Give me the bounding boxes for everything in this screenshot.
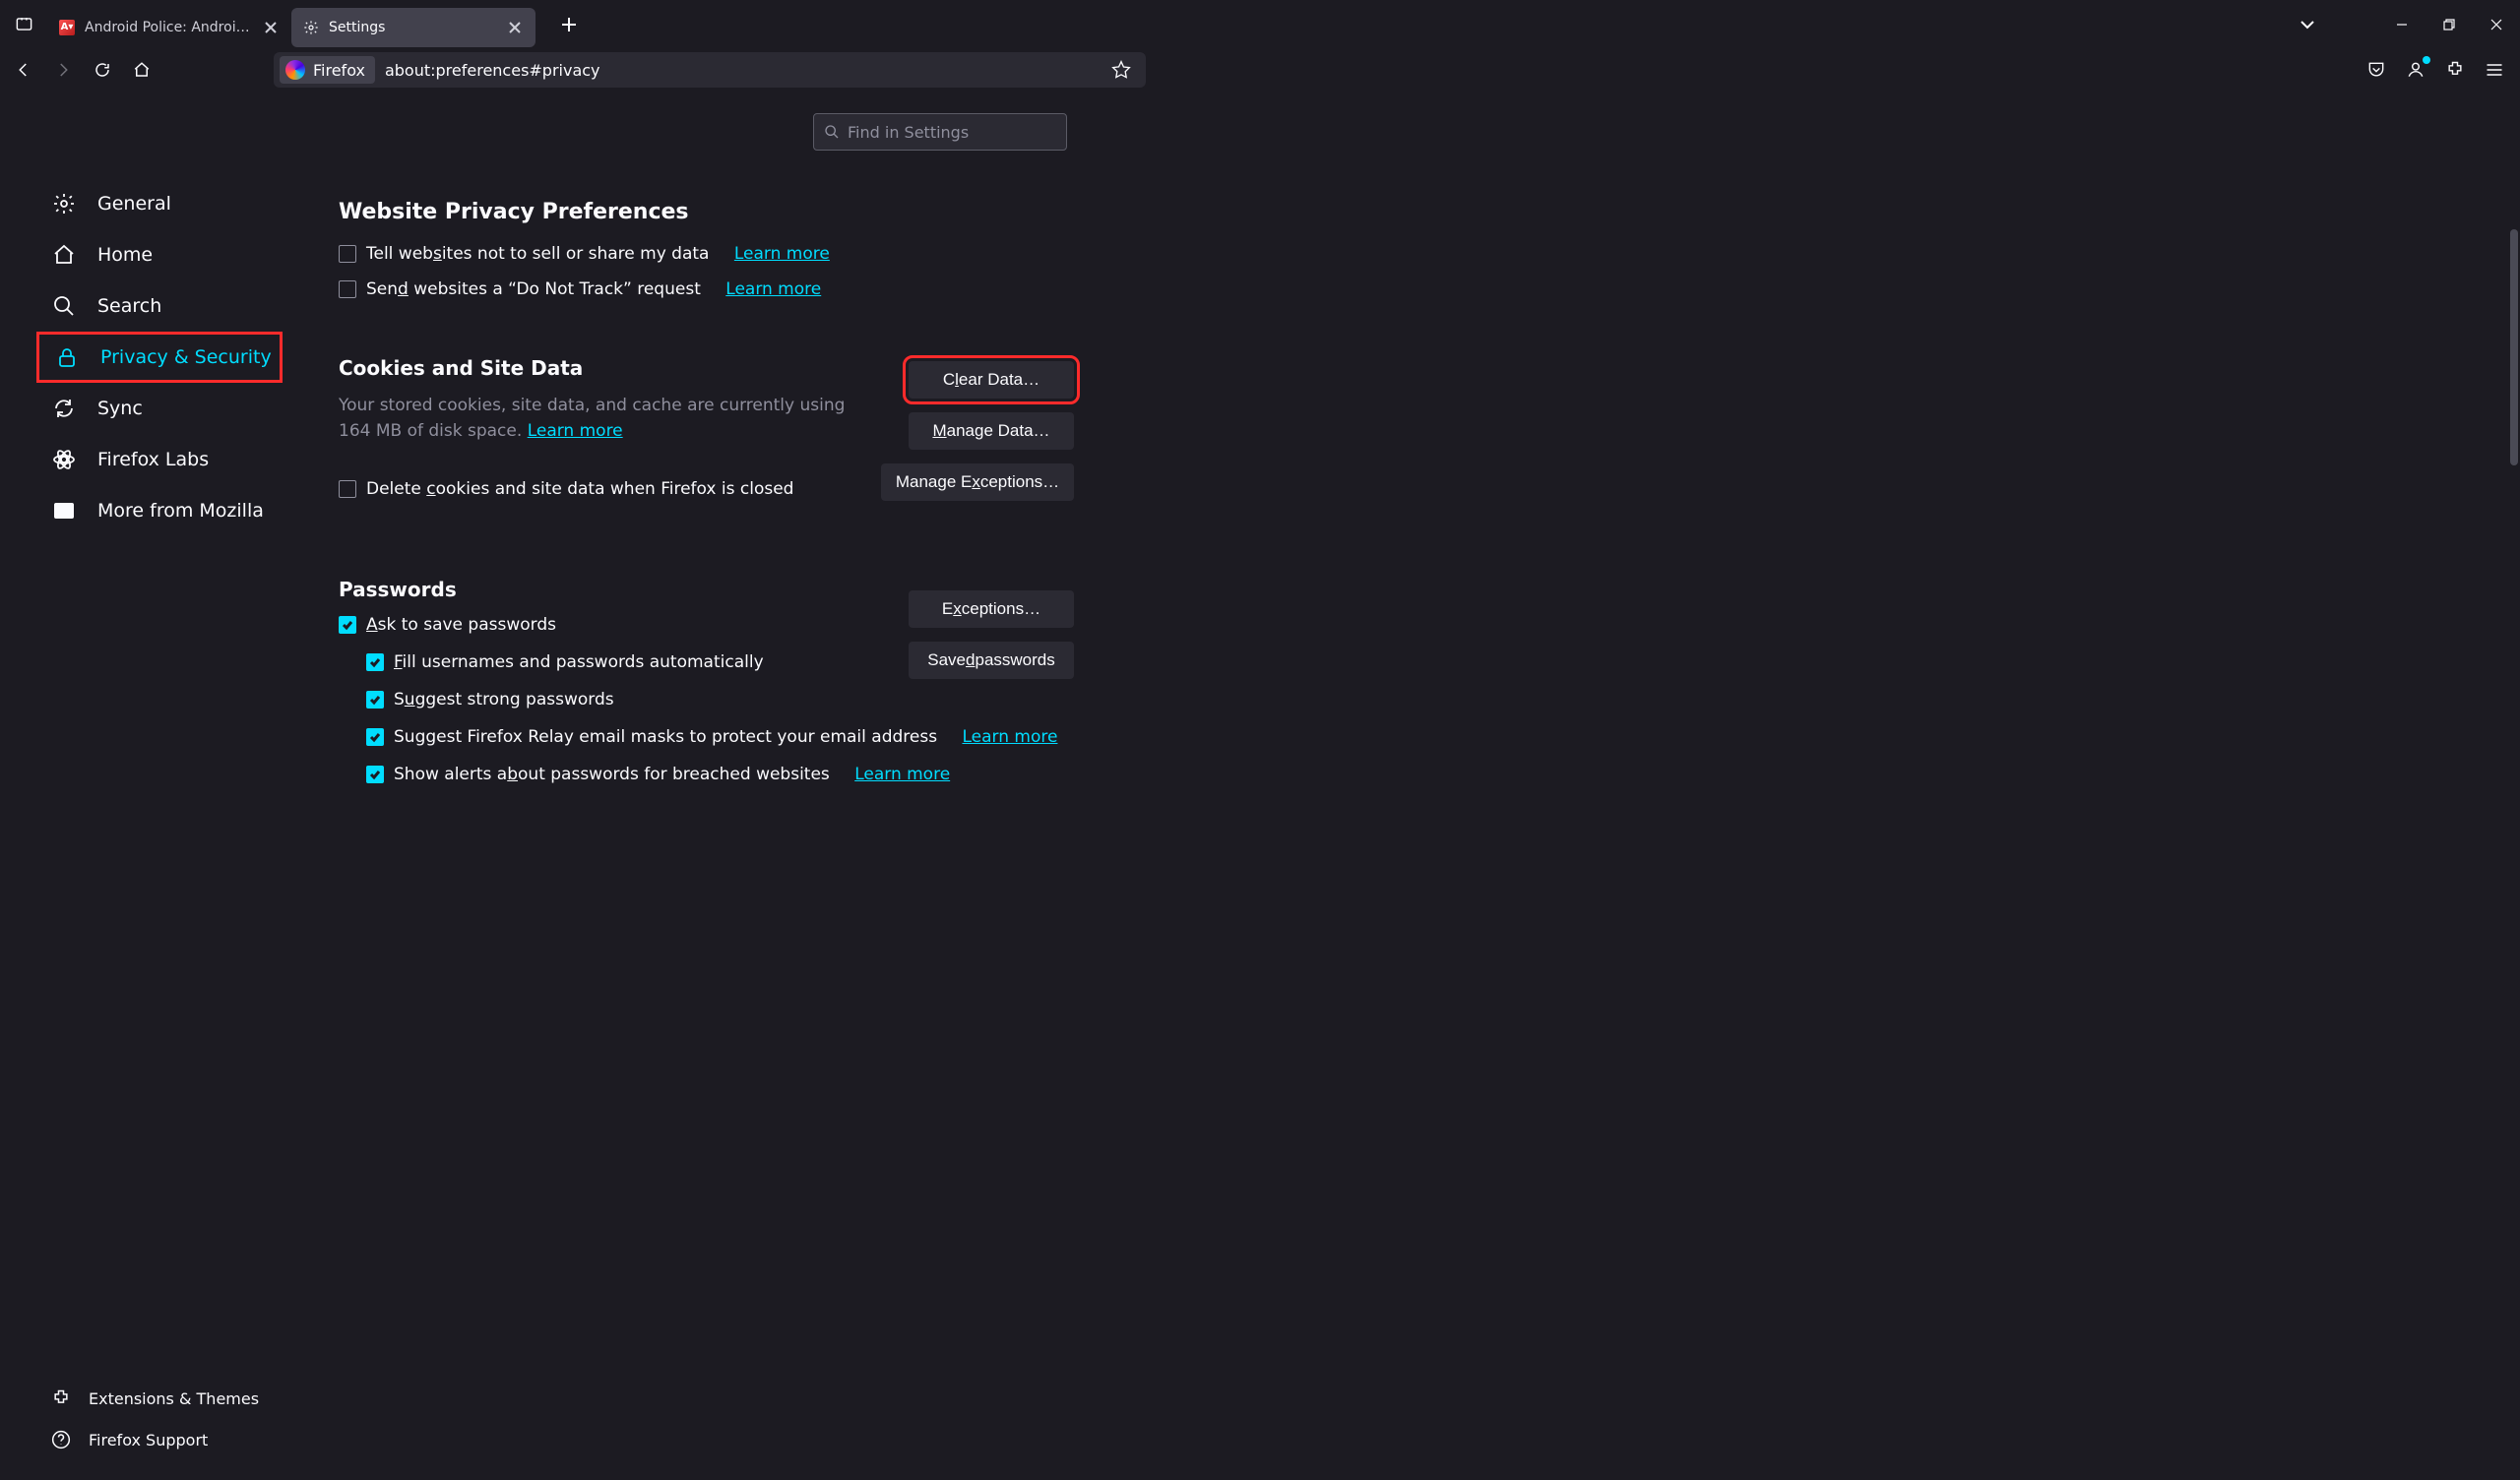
checkbox-tell-websites-not-sell[interactable] bbox=[339, 245, 356, 263]
category-more-from-mozilla[interactable]: m More from Mozilla bbox=[36, 485, 283, 536]
checkbox-do-not-track[interactable] bbox=[339, 280, 356, 298]
account-button[interactable] bbox=[2396, 50, 2435, 90]
maximize-button[interactable] bbox=[2426, 0, 2473, 48]
forward-button[interactable] bbox=[43, 50, 83, 90]
home-button[interactable] bbox=[122, 50, 161, 90]
sync-icon bbox=[50, 397, 78, 420]
search-icon bbox=[824, 124, 840, 140]
window-controls bbox=[2378, 0, 2520, 48]
checkbox-label: Send websites a “Do Not Track” request bbox=[366, 279, 701, 299]
tab-settings[interactable]: Settings bbox=[291, 8, 536, 47]
checkbox-suggest-relay-masks[interactable] bbox=[366, 728, 384, 746]
checkbox-label: Tell websites not to sell or share my da… bbox=[366, 244, 709, 264]
mozilla-icon: m bbox=[50, 499, 78, 523]
checkbox-label: Ask to save passwords bbox=[366, 615, 556, 635]
puzzle-icon bbox=[51, 1388, 71, 1408]
settings-page: Find in Settings General Home Search bbox=[0, 92, 2520, 1480]
back-button[interactable] bbox=[4, 50, 43, 90]
lock-icon bbox=[53, 345, 81, 369]
reload-button[interactable] bbox=[83, 50, 122, 90]
main-pane: Website Privacy Preferences Tell website… bbox=[339, 200, 1071, 794]
learn-more-link[interactable]: Learn more bbox=[734, 244, 830, 264]
link-label: Extensions & Themes bbox=[89, 1389, 259, 1408]
category-general[interactable]: General bbox=[36, 178, 283, 229]
category-privacy-security[interactable]: Privacy & Security bbox=[36, 332, 283, 383]
identity-box[interactable]: Firefox bbox=[280, 56, 375, 84]
android-police-favicon-icon: A▾ bbox=[59, 20, 75, 35]
url-text: about:preferences#privacy bbox=[385, 61, 1106, 80]
find-placeholder: Find in Settings bbox=[848, 123, 969, 142]
save-to-pocket-button[interactable] bbox=[2357, 50, 2396, 90]
learn-more-link[interactable]: Learn more bbox=[725, 279, 821, 299]
manage-data-button[interactable]: Manage Data… bbox=[909, 412, 1074, 450]
checkbox-delete-cookies-on-close[interactable] bbox=[339, 480, 356, 498]
clear-data-button[interactable]: Clear Data… bbox=[909, 361, 1074, 399]
link-label: Firefox Support bbox=[89, 1431, 208, 1449]
category-label: Search bbox=[97, 295, 161, 317]
extensions-button[interactable] bbox=[2435, 50, 2475, 90]
checkbox-label: Show alerts about passwords for breached… bbox=[394, 765, 830, 784]
search-icon bbox=[50, 294, 78, 318]
category-label: Sync bbox=[97, 398, 143, 419]
tab-title: Settings bbox=[329, 20, 496, 35]
firefox-support-link[interactable]: Firefox Support bbox=[51, 1419, 297, 1460]
category-label: Firefox Labs bbox=[97, 449, 209, 470]
close-tab-icon[interactable] bbox=[262, 19, 280, 36]
find-in-settings-input[interactable]: Find in Settings bbox=[813, 113, 1067, 151]
category-search[interactable]: Search bbox=[36, 280, 283, 332]
svg-text:m: m bbox=[59, 506, 69, 518]
passwords-exceptions-button[interactable]: Exceptions… bbox=[909, 590, 1074, 628]
gear-icon bbox=[50, 192, 78, 216]
home-icon bbox=[50, 243, 78, 267]
tab-title: Android Police: Android news, reviews bbox=[85, 20, 252, 35]
saved-passwords-button[interactable]: Saved passwords bbox=[909, 642, 1074, 679]
checkbox-label: Fill usernames and passwords automatical… bbox=[394, 652, 764, 672]
manage-exceptions-button[interactable]: Manage Exceptions… bbox=[881, 463, 1074, 501]
category-label: More from Mozilla bbox=[97, 500, 264, 522]
extensions-themes-link[interactable]: Extensions & Themes bbox=[51, 1378, 297, 1419]
checkbox-suggest-strong-passwords[interactable] bbox=[366, 691, 384, 709]
cookies-description: Your stored cookies, site data, and cach… bbox=[339, 394, 850, 444]
labs-icon bbox=[50, 448, 78, 471]
tab-android-police[interactable]: A▾ Android Police: Android news, reviews bbox=[47, 8, 291, 47]
category-home[interactable]: Home bbox=[36, 229, 283, 280]
list-all-tabs-button[interactable] bbox=[2288, 5, 2327, 44]
category-label: General bbox=[97, 193, 171, 215]
identity-label: Firefox bbox=[313, 61, 365, 80]
firefox-logo-icon bbox=[285, 60, 305, 80]
checkbox-label: Suggest Firefox Relay email masks to pro… bbox=[394, 727, 937, 747]
sidebar-bottom-links: Extensions & Themes Firefox Support bbox=[51, 1378, 297, 1460]
website-privacy-preferences-heading: Website Privacy Preferences bbox=[339, 200, 1071, 224]
scrollbar-thumb[interactable] bbox=[2510, 229, 2518, 465]
urlbar[interactable]: Firefox about:preferences#privacy bbox=[274, 52, 1146, 88]
close-tab-icon[interactable] bbox=[506, 19, 524, 36]
category-firefox-labs[interactable]: Firefox Labs bbox=[36, 434, 283, 485]
nav-toolbar: Firefox about:preferences#privacy bbox=[0, 48, 2520, 92]
checkbox-label: Suggest strong passwords bbox=[394, 690, 614, 709]
bookmark-star-icon[interactable] bbox=[1106, 55, 1136, 85]
categories-sidebar: General Home Search Privacy & Security S… bbox=[36, 178, 283, 536]
checkbox-fill-usernames[interactable] bbox=[366, 653, 384, 671]
checkbox-label: Delete cookies and site data when Firefo… bbox=[366, 479, 793, 499]
close-window-button[interactable] bbox=[2473, 0, 2520, 48]
checkbox-ask-save-passwords[interactable] bbox=[339, 616, 356, 634]
page-scrollbar[interactable] bbox=[2508, 92, 2520, 1480]
category-label: Privacy & Security bbox=[100, 346, 272, 368]
minimize-button[interactable] bbox=[2378, 0, 2426, 48]
learn-more-link[interactable]: Learn more bbox=[854, 765, 950, 784]
category-sync[interactable]: Sync bbox=[36, 383, 283, 434]
gear-icon bbox=[303, 20, 319, 35]
checkbox-breach-alerts[interactable] bbox=[366, 766, 384, 783]
learn-more-link[interactable]: Learn more bbox=[528, 421, 623, 441]
notification-badge-icon bbox=[2423, 56, 2430, 64]
learn-more-link[interactable]: Learn more bbox=[962, 727, 1057, 747]
app-menu-button[interactable] bbox=[2475, 50, 2514, 90]
recent-browsing-button[interactable] bbox=[0, 0, 47, 48]
category-label: Home bbox=[97, 244, 153, 266]
titlebar: A▾ Android Police: Android news, reviews… bbox=[0, 0, 2520, 48]
help-icon bbox=[51, 1430, 71, 1449]
new-tab-button[interactable] bbox=[553, 9, 585, 40]
